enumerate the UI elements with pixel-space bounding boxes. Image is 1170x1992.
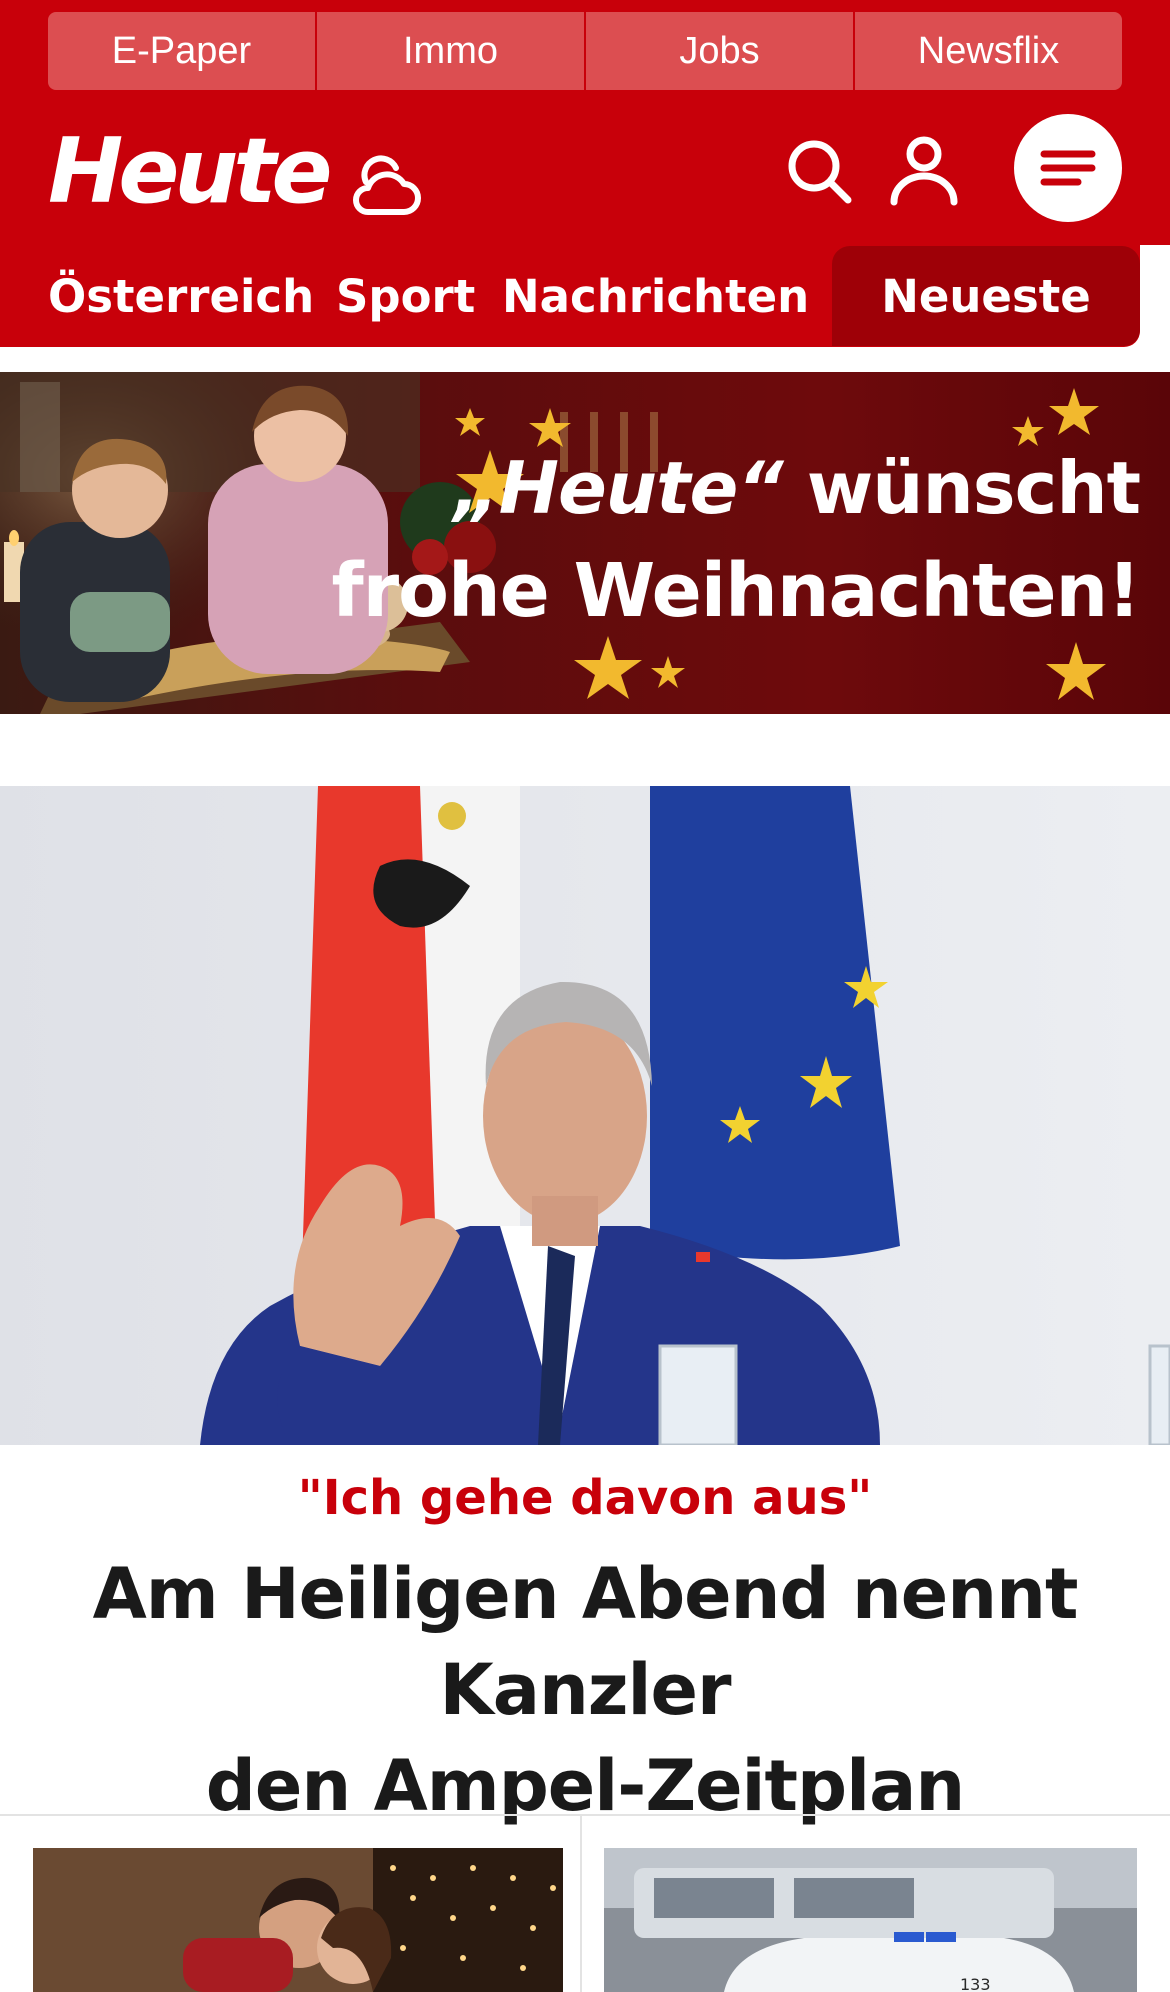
top-link-newsflix[interactable]: Newsflix [855,12,1122,90]
nav-item-sport[interactable]: Sport [336,252,475,342]
lead-headline-line2: den Ampel-Zeitplan [205,1745,965,1827]
nav-item-neueste[interactable]: Neueste [832,246,1140,346]
site-header: E-Paper Immo Jobs Newsflix Heute [0,0,1170,245]
banner-headline-line2: frohe Weihnachten! [331,548,1141,634]
lead-article[interactable]: "Ich gehe davon aus" Am Heiligen Abend n… [0,786,1170,1827]
banner-heute-quote: „Heute“ [453,446,783,530]
nav-item-oesterreich[interactable]: Österreich [48,252,314,342]
teaser-police-image: 133 [604,1848,1137,1992]
lead-article-image [0,786,1170,1445]
lead-article-kicker: "Ich gehe davon aus" [297,1470,873,1526]
chancellor-photo [0,786,1170,1445]
christmas-banner-image [0,372,1170,714]
search-icon[interactable] [782,134,858,210]
heute-logo[interactable]: Heute [48,122,332,222]
menu-button[interactable] [1014,114,1122,222]
cloud-sun-icon[interactable] [346,142,424,220]
banner-wuenscht: wünscht [782,446,1141,530]
section-divider [0,1814,1170,1816]
police-car-number: 133 [960,1975,991,1992]
teaser-article-police[interactable]: 133 [604,1848,1137,1992]
lead-article-headline: Am Heiligen Abend nennt Kanzler den Ampe… [0,1546,1170,1834]
nav-item-nachrichten[interactable]: Nachrichten [502,252,809,342]
top-link-e-paper[interactable]: E-Paper [48,12,317,90]
christmas-banner[interactable]: „Heute“ wünscht frohe Weihnachten! [0,372,1170,714]
menu-icon [1040,150,1096,186]
user-icon[interactable] [884,130,964,210]
teaser-couple-image [33,1848,563,1992]
top-links-bar: E-Paper Immo Jobs Newsflix [48,12,1122,90]
top-link-immo[interactable]: Immo [317,12,586,90]
banner-headline-line1: „Heute“ wünscht [453,446,1141,530]
column-divider [580,1816,582,1992]
lead-headline-line1: Am Heiligen Abend nennt Kanzler [92,1553,1079,1731]
top-link-jobs[interactable]: Jobs [586,12,855,90]
teaser-article-couple[interactable] [33,1848,563,1992]
